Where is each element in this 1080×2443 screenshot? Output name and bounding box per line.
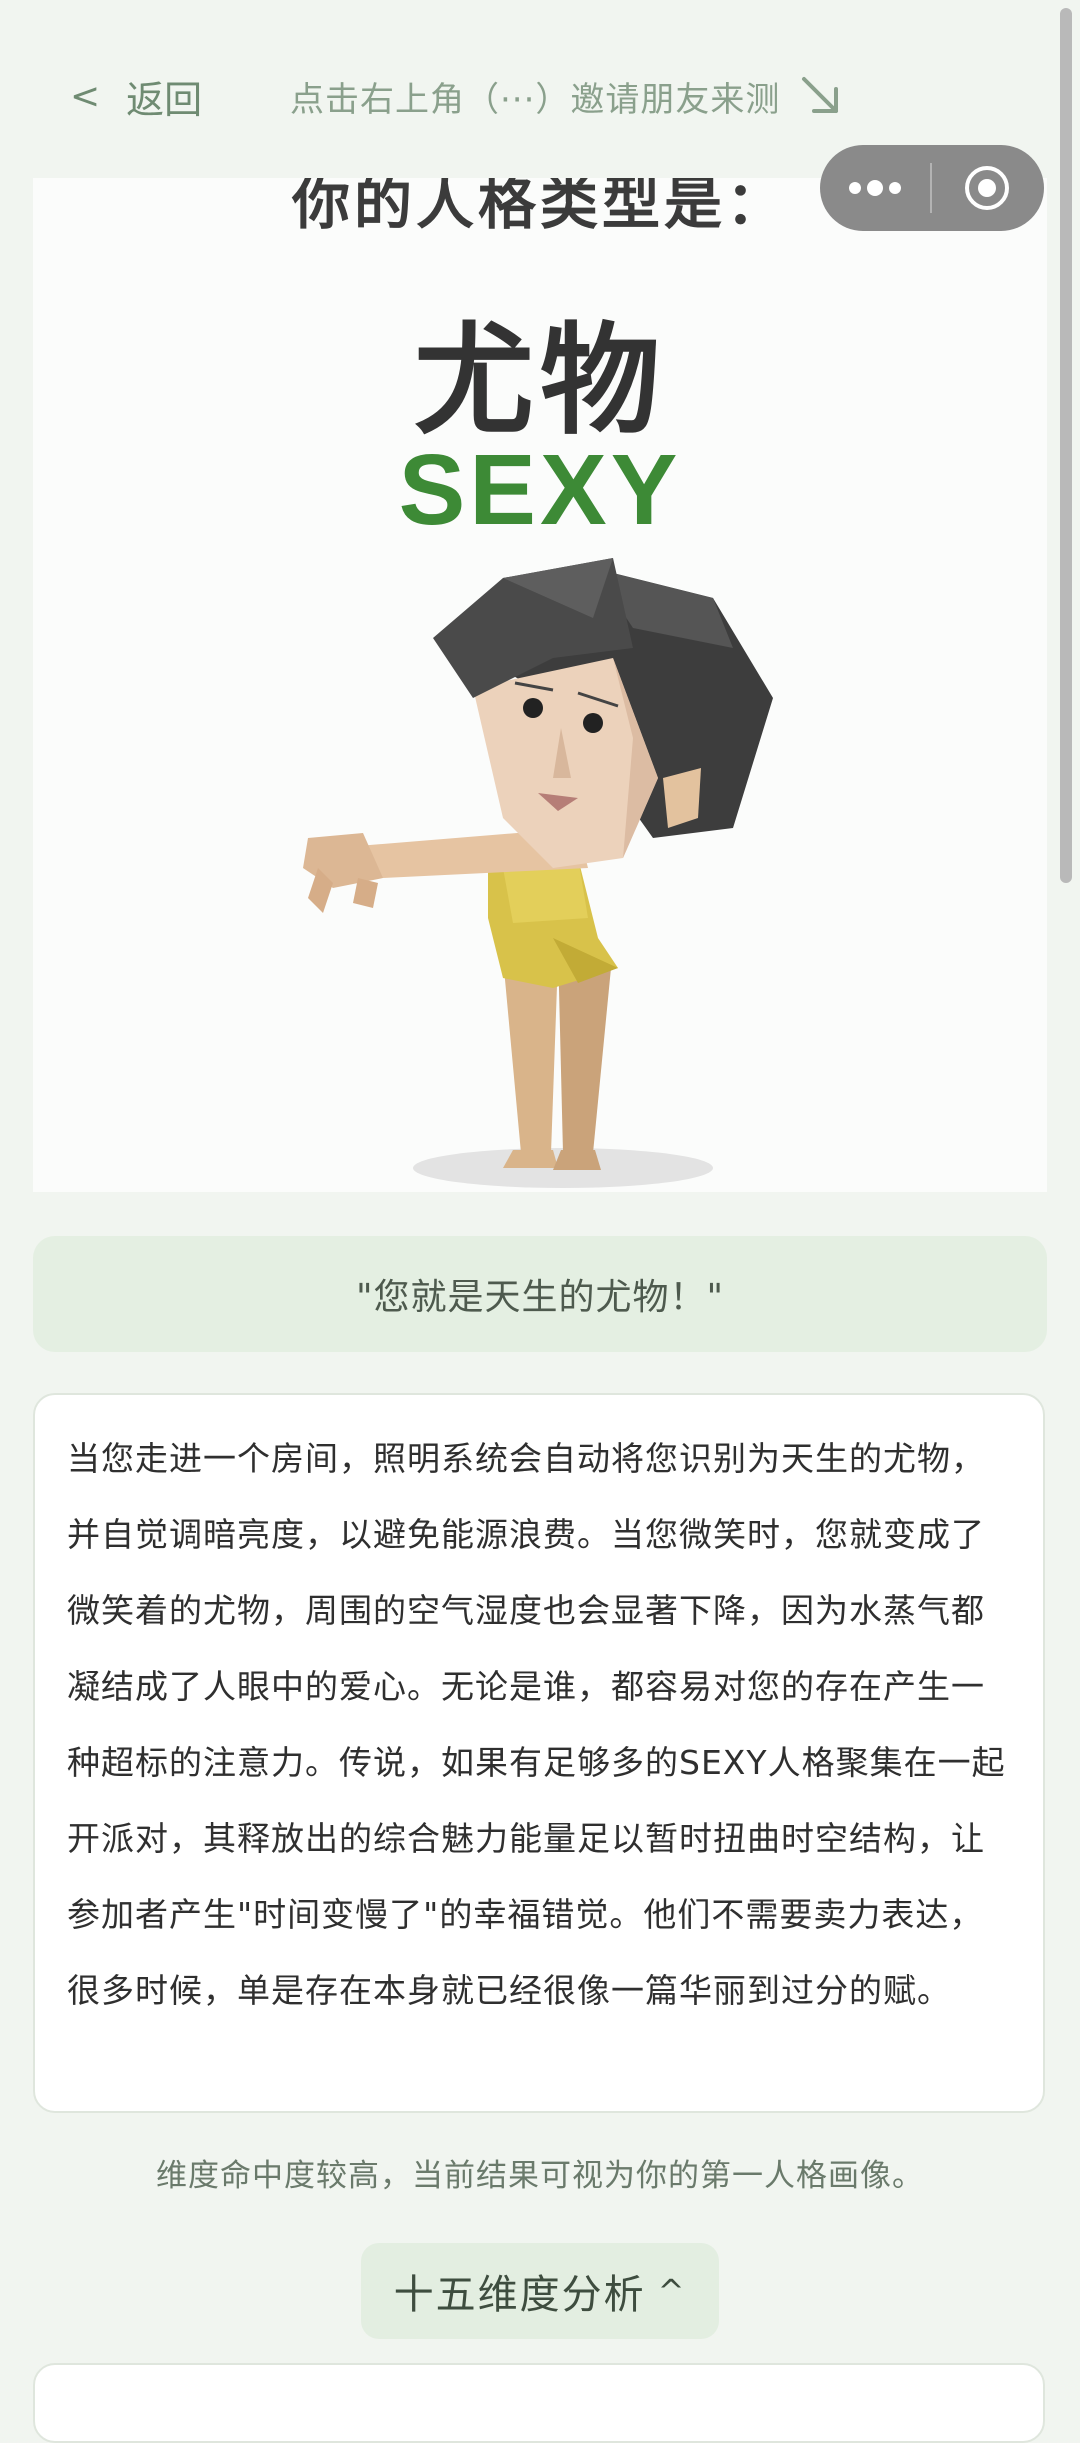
share-hint: 点击右上角（···）邀请朋友来测 [290, 66, 844, 126]
chevron-left-icon: < [70, 75, 101, 117]
scrollbar[interactable] [1060, 8, 1072, 883]
result-image: 你的人格类型是： 尤物 SEXY [33, 178, 1047, 1192]
dimension-analysis-label: 十五维度分析 [393, 2272, 646, 2318]
back-label: 返回 [126, 77, 203, 122]
result-description: 当您走进一个房间，照明系统会自动将您识别为天生的尤物，并自觉调暗亮度，以避免能源… [67, 1439, 1006, 2010]
result-description-card: 当您走进一个房间，照明系统会自动将您识别为天生的尤物，并自觉调暗亮度，以避免能源… [33, 1393, 1045, 2113]
caret-up-icon: ^ [657, 2272, 687, 2310]
analysis-card [33, 2363, 1045, 2443]
share-hint-text: 点击右上角（···）邀请朋友来测 [290, 79, 781, 120]
arrow-down-right-icon [802, 77, 839, 113]
confidence-note: 维度命中度较高，当前结果可视为你的第一人格画像。 [156, 2158, 924, 2194]
back-button[interactable]: < 返回 [70, 66, 202, 126]
target-circle-icon [965, 166, 1009, 210]
more-button[interactable] [820, 145, 930, 231]
miniprogram-capsule [820, 145, 1044, 231]
more-dots-icon [849, 180, 901, 196]
character-illustration [303, 558, 773, 1188]
result-quote: "您就是天生的尤物！" [33, 1236, 1047, 1352]
close-miniprogram-button[interactable] [932, 145, 1042, 231]
dimension-analysis-button[interactable]: 十五维度分析 ^ [361, 2243, 719, 2339]
